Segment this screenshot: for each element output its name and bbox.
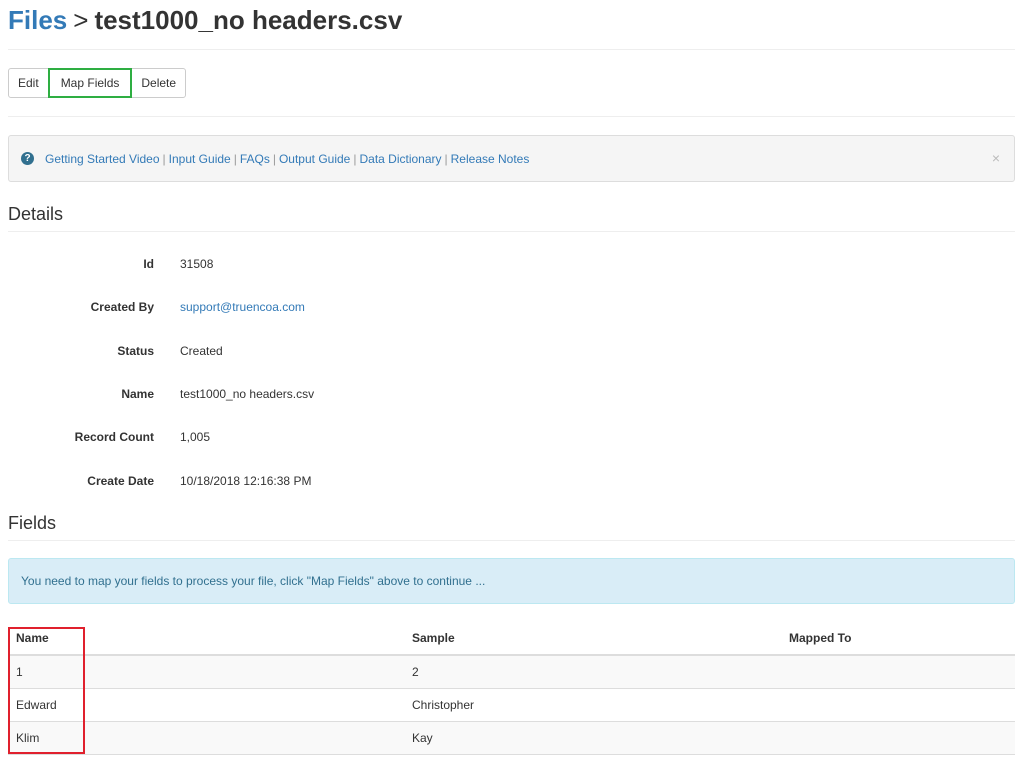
- detail-row-created-by: Created By support@truencoa.com: [8, 297, 305, 317]
- link-separator: |: [444, 151, 448, 166]
- delete-button[interactable]: Delete: [131, 68, 187, 98]
- column-header-name[interactable]: Name: [8, 631, 404, 645]
- fields-divider: [8, 540, 1015, 541]
- detail-value: 1,005: [180, 430, 211, 444]
- field-name-cell: Edward: [16, 698, 57, 712]
- input-guide-link[interactable]: Input Guide: [169, 152, 231, 166]
- detail-label: Created By: [90, 300, 154, 314]
- created-by-email-link[interactable]: support@truencoa.com: [180, 300, 305, 314]
- field-name-cell: 1: [16, 665, 23, 679]
- breadcrumb-files-link[interactable]: Files: [8, 5, 67, 35]
- details-section-title: Details: [8, 204, 64, 224]
- column-header-sample[interactable]: Sample: [404, 631, 781, 645]
- detail-label: Status: [117, 344, 154, 358]
- detail-label: Record Count: [74, 430, 154, 444]
- map-fields-button[interactable]: Map Fields: [47, 68, 133, 98]
- link-separator: |: [272, 151, 276, 166]
- release-notes-link[interactable]: Release Notes: [451, 152, 530, 166]
- file-name-title: test1000_no headers.csv: [94, 5, 403, 35]
- field-sample-cell: Kay: [412, 731, 433, 745]
- field-sample-cell: Christopher: [412, 698, 475, 712]
- output-guide-link[interactable]: Output Guide: [279, 152, 350, 166]
- detail-value: 10/18/2018 12:16:38 PM: [180, 474, 312, 488]
- detail-row-name: Name test1000_no headers.csv: [8, 384, 314, 404]
- table-row: Edward Christopher: [8, 689, 1015, 722]
- field-name-cell: Klim: [16, 731, 40, 745]
- title-divider: [8, 49, 1015, 50]
- detail-value: Created: [180, 344, 223, 358]
- detail-label: Id: [143, 257, 154, 271]
- detail-row-create-date: Create Date 10/18/2018 12:16:38 PM: [8, 471, 311, 491]
- detail-value: test1000_no headers.csv: [180, 387, 315, 401]
- question-circle-icon: ?: [21, 152, 34, 165]
- detail-value: 31508: [180, 257, 214, 271]
- table-header: Name Sample Mapped To: [8, 622, 1015, 656]
- fields-section-title: Fields: [8, 513, 57, 533]
- file-actions-toolbar: Edit Map Fields Delete: [8, 68, 187, 98]
- detail-row-record-count: Record Count 1,005: [8, 427, 210, 447]
- fields-table: Name Sample Mapped To 1 2 Edward Christo…: [8, 622, 1015, 755]
- link-separator: |: [353, 151, 357, 166]
- page-title: Files > test1000_no headers.csv: [8, 4, 402, 36]
- detail-label: Create Date: [87, 474, 154, 488]
- data-dictionary-link[interactable]: Data Dictionary: [359, 152, 441, 166]
- edit-button[interactable]: Edit: [8, 68, 49, 98]
- column-header-mapped-to[interactable]: Mapped To: [781, 631, 1015, 645]
- close-icon[interactable]: ×: [992, 150, 1000, 166]
- link-separator: |: [162, 151, 166, 166]
- help-links-bar: ? Getting Started Video | Input Guide | …: [8, 135, 1015, 182]
- faqs-link[interactable]: FAQs: [240, 152, 270, 166]
- link-separator: |: [233, 151, 237, 166]
- detail-label: Name: [121, 387, 154, 401]
- map-fields-alert: You need to map your fields to process y…: [8, 558, 1015, 604]
- detail-row-status: Status Created: [8, 341, 223, 361]
- details-divider: [8, 231, 1015, 232]
- field-sample-cell: 2: [412, 665, 419, 679]
- toolbar-divider: [8, 116, 1015, 117]
- table-row: 1 2: [8, 656, 1015, 689]
- detail-row-id: Id 31508: [8, 254, 213, 274]
- table-row: Klim Kay: [8, 722, 1015, 755]
- getting-started-video-link[interactable]: Getting Started Video: [45, 152, 160, 166]
- breadcrumb-separator: >: [73, 5, 89, 35]
